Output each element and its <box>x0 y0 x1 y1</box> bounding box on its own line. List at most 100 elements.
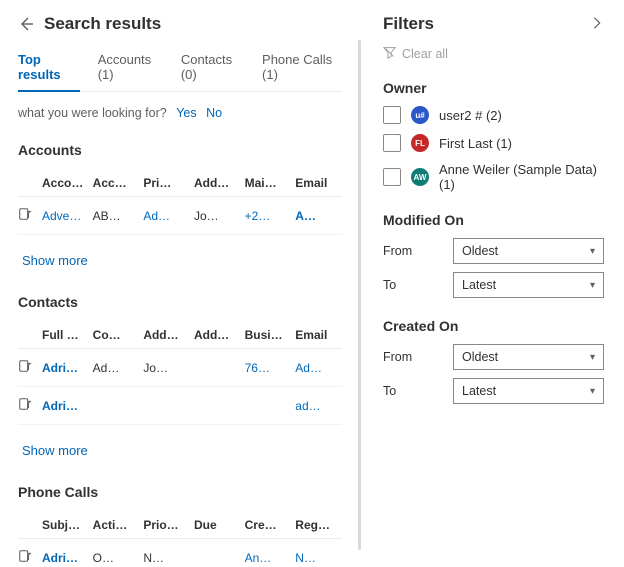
back-arrow-icon[interactable] <box>18 16 34 32</box>
select-value: Latest <box>462 384 496 398</box>
col-pri[interactable]: Pri… <box>139 170 190 197</box>
accounts-table: Account Name Acc… Pri… Add… Mai… Email A… <box>18 170 342 235</box>
cell <box>89 387 140 425</box>
accounts-show-more[interactable]: Show more <box>22 253 88 268</box>
cell <box>139 387 190 425</box>
phonecalls-heading: Phone Calls <box>18 484 342 500</box>
col-acti[interactable]: Acti… <box>89 512 140 539</box>
col-email[interactable]: Email <box>291 170 342 197</box>
owner-label: Anne Weiler (Sample Data) (1) <box>439 162 604 192</box>
col-add2[interactable]: Add… <box>190 322 241 349</box>
accounts-row[interactable]: Adventure … AB… Ad… Jo… +2… A… <box>18 197 342 235</box>
phonecalls-table: Subject Acti… Prio… Due Cre… Reg… Adrian… <box>18 512 342 567</box>
record-icon <box>18 207 32 221</box>
cell: Jo… <box>190 197 241 235</box>
feedback-prompt: what you were looking for? Yes No <box>18 106 342 120</box>
created-on-facet: Created On From Oldest ▾ To Latest ▾ <box>383 318 604 404</box>
col-busi[interactable]: Busi… <box>241 322 292 349</box>
contact-name-link[interactable]: Adrienne … <box>38 387 89 425</box>
record-icon <box>18 359 32 373</box>
tab-phone-calls[interactable]: Phone Calls (1) <box>262 52 342 91</box>
owner-label: user2 # (2) <box>439 108 502 123</box>
contacts-row[interactable]: Adrienne … ad… <box>18 387 342 425</box>
filters-panel: Filters Clear all Owner u# user2 # (2) F… <box>361 0 624 567</box>
feedback-no-link[interactable]: No <box>206 106 222 120</box>
tabs: Top results Accounts (1) Contacts (0) Ph… <box>18 52 342 92</box>
contact-name-link[interactable]: Adrian Du… <box>38 349 89 387</box>
col-reg[interactable]: Reg… <box>291 512 342 539</box>
cell <box>190 539 241 567</box>
contacts-table: Full Name Co… Add… Add… Busi… Email Adri… <box>18 322 342 425</box>
col-co[interactable]: Co… <box>89 322 140 349</box>
created-on-title: Created On <box>383 318 604 334</box>
col-account-name[interactable]: Account Name <box>38 170 89 197</box>
from-label: From <box>383 350 443 364</box>
cell[interactable]: Ad… <box>291 349 342 387</box>
phonecall-subject-link[interactable]: Adrian Du… <box>38 539 89 567</box>
cell[interactable]: N… <box>291 539 342 567</box>
cell[interactable]: A… <box>291 197 342 235</box>
cell[interactable]: Ad… <box>139 197 190 235</box>
checkbox[interactable] <box>383 106 401 124</box>
cell[interactable]: ad… <box>291 387 342 425</box>
col-mai[interactable]: Mai… <box>241 170 292 197</box>
chevron-right-icon[interactable] <box>590 16 604 33</box>
accounts-heading: Accounts <box>18 142 342 158</box>
cell[interactable]: 76… <box>241 349 292 387</box>
from-label: From <box>383 244 443 258</box>
created-from-select[interactable]: Oldest ▾ <box>453 344 604 370</box>
owner-option[interactable]: AW Anne Weiler (Sample Data) (1) <box>383 162 604 192</box>
modified-to-select[interactable]: Latest ▾ <box>453 272 604 298</box>
phonecalls-row[interactable]: Adrian Du… O… N… An… N… <box>18 539 342 567</box>
contacts-row[interactable]: Adrian Du… Ad… Jo… 76… Ad… <box>18 349 342 387</box>
to-label: To <box>383 384 443 398</box>
checkbox[interactable] <box>383 168 401 186</box>
chevron-down-icon: ▾ <box>590 386 595 397</box>
cell <box>190 387 241 425</box>
owner-facet-title: Owner <box>383 80 604 96</box>
modified-from-select[interactable]: Oldest ▾ <box>453 238 604 264</box>
col-due[interactable]: Due <box>190 512 241 539</box>
cell: Jo… <box>139 349 190 387</box>
col-full-name[interactable]: Full Name <box>38 322 89 349</box>
col-subject[interactable]: Subject <box>38 512 89 539</box>
col-add[interactable]: Add… <box>190 170 241 197</box>
clear-filter-icon <box>383 46 396 62</box>
cell[interactable]: +2… <box>241 197 292 235</box>
cell[interactable] <box>241 387 292 425</box>
filters-header: Filters <box>383 14 604 34</box>
account-name-link[interactable]: Adventure … <box>38 197 89 235</box>
chevron-down-icon: ▾ <box>590 246 595 257</box>
chevron-down-icon: ▾ <box>590 352 595 363</box>
select-value: Oldest <box>462 350 498 364</box>
header: Search results <box>18 14 342 34</box>
modified-on-facet: Modified On From Oldest ▾ To Latest ▾ <box>383 212 604 298</box>
avatar-icon: FL <box>411 134 429 152</box>
tab-contacts[interactable]: Contacts (0) <box>181 52 244 91</box>
tab-top-results[interactable]: Top results <box>18 52 80 92</box>
select-value: Latest <box>462 278 496 292</box>
cell[interactable]: An… <box>241 539 292 567</box>
page-title: Search results <box>44 14 161 34</box>
tab-accounts[interactable]: Accounts (1) <box>98 52 163 91</box>
col-cre[interactable]: Cre… <box>241 512 292 539</box>
cell: Ad… <box>89 349 140 387</box>
phonecalls-header-row: Subject Acti… Prio… Due Cre… Reg… <box>18 512 342 539</box>
feedback-yes-link[interactable]: Yes <box>176 106 196 120</box>
contacts-show-more[interactable]: Show more <box>22 443 88 458</box>
to-label: To <box>383 278 443 292</box>
feedback-text: what you were looking for? <box>18 106 167 120</box>
cell: O… <box>89 539 140 567</box>
col-prio[interactable]: Prio… <box>139 512 190 539</box>
owner-option[interactable]: u# user2 # (2) <box>383 106 604 124</box>
col-acc[interactable]: Acc… <box>89 170 140 197</box>
col-add1[interactable]: Add… <box>139 322 190 349</box>
created-to-select[interactable]: Latest ▾ <box>453 378 604 404</box>
accounts-header-row: Account Name Acc… Pri… Add… Mai… Email <box>18 170 342 197</box>
col-email[interactable]: Email <box>291 322 342 349</box>
checkbox[interactable] <box>383 134 401 152</box>
owner-option[interactable]: FL First Last (1) <box>383 134 604 152</box>
avatar-icon: AW <box>411 168 429 186</box>
contacts-header-row: Full Name Co… Add… Add… Busi… Email <box>18 322 342 349</box>
clear-all-button[interactable]: Clear all <box>383 46 604 62</box>
